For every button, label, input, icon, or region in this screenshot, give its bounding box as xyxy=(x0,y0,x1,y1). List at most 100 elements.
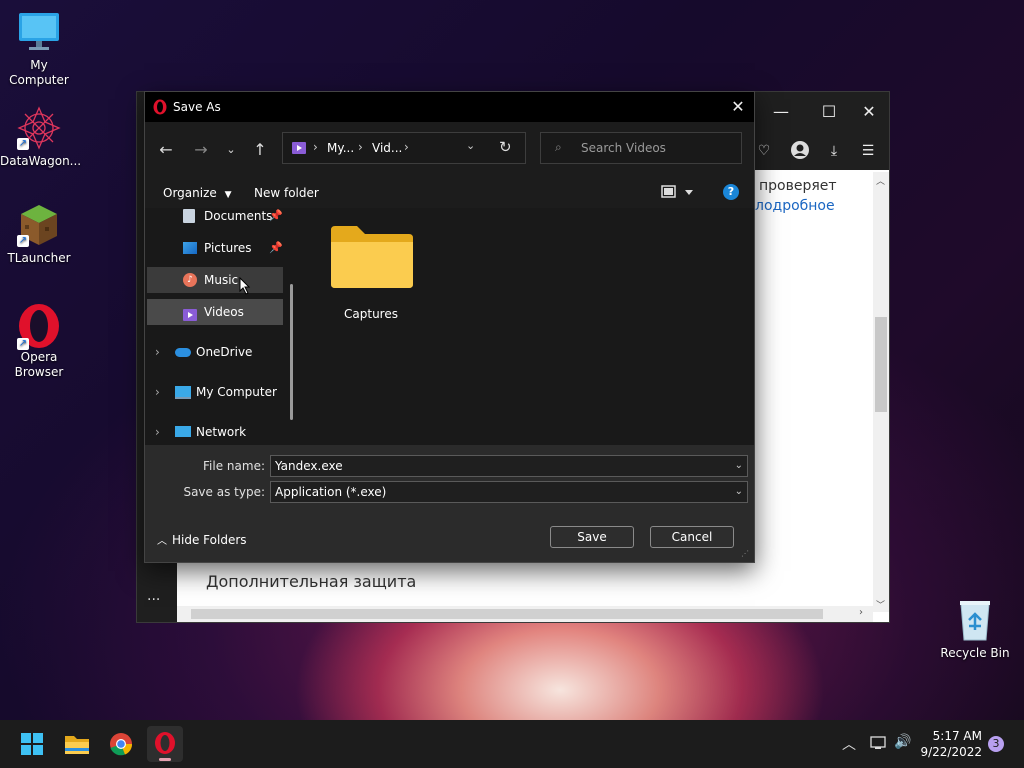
up-button[interactable]: ↑ xyxy=(248,138,272,162)
file-name-input[interactable]: Yandex.exe ⌄ xyxy=(270,455,748,477)
breadcrumb-item[interactable]: Vid... xyxy=(372,141,402,155)
desktop-icon-tlauncher[interactable]: ↗ TLauncher xyxy=(0,203,78,266)
opera-icon xyxy=(153,99,167,118)
nav-item-my-computer[interactable]: › My Computer xyxy=(147,379,283,405)
cancel-button[interactable]: Cancel xyxy=(650,526,734,548)
pin-icon[interactable]: 📌 xyxy=(269,208,283,229)
scrollbar-thumb[interactable] xyxy=(191,609,823,619)
help-icon[interactable]: ? xyxy=(723,184,739,200)
new-folder-button[interactable]: New folder xyxy=(254,186,319,200)
opera-icon xyxy=(155,732,175,761)
forward-button[interactable]: → xyxy=(189,138,213,162)
file-list: Captures xyxy=(303,208,754,445)
network-icon[interactable] xyxy=(870,735,886,754)
onedrive-icon xyxy=(175,348,191,357)
navpane-scrollbar[interactable] xyxy=(290,284,293,420)
save-type-label: Save as type: xyxy=(183,485,265,499)
scroll-down-icon[interactable]: ﹀ xyxy=(876,598,885,611)
chevron-down-icon[interactable]: ⌄ xyxy=(735,456,743,476)
dialog-title: Save As xyxy=(173,100,221,114)
refresh-icon[interactable]: ↻ xyxy=(499,138,512,156)
scroll-right-icon[interactable]: › xyxy=(859,607,863,618)
nav-item-music[interactable]: ♪ Music xyxy=(147,267,283,295)
file-explorer-icon[interactable] xyxy=(59,726,95,762)
folder-icon xyxy=(331,226,413,288)
chevron-down-icon[interactable]: ⌄ xyxy=(735,482,743,502)
recycle-bin-icon xyxy=(953,598,997,642)
chrome-icon[interactable] xyxy=(103,726,139,762)
save-as-dialog: Save As ✕ ← → ⌄ ↑ › My... › Vid... › ⌄ ↻… xyxy=(144,91,755,563)
scrollbar-thumb[interactable] xyxy=(875,317,887,412)
monitor-icon xyxy=(17,10,61,54)
save-button[interactable]: Save xyxy=(550,526,634,548)
expand-chevron-icon[interactable]: › xyxy=(155,419,160,445)
page-link[interactable]: лодробное xyxy=(755,198,835,214)
expand-chevron-icon[interactable]: › xyxy=(155,339,160,365)
maximize-button[interactable]: ☐ xyxy=(817,100,841,124)
address-bar[interactable]: › My... › Vid... › ⌄ ↻ xyxy=(282,132,526,164)
desktop-icon-my-computer[interactable]: My Computer xyxy=(0,10,78,88)
clock[interactable]: 5:17 AM 9/22/2022 xyxy=(918,728,982,760)
file-name-label: File name: xyxy=(203,459,265,473)
desktop-icon-datawagon[interactable]: ↗ DataWagon... xyxy=(0,106,81,169)
tlauncher-icon: ↗ xyxy=(17,203,61,247)
nav-item-label: Documents xyxy=(204,209,273,223)
nav-item-documents[interactable]: Documents 📌 xyxy=(147,208,283,229)
datawagon-icon: ↗ xyxy=(17,106,61,150)
music-icon: ♪ xyxy=(183,273,197,287)
windows-start-icon[interactable] xyxy=(14,726,50,762)
breadcrumb-separator: › xyxy=(358,140,363,154)
minimize-button[interactable]: — xyxy=(769,100,793,124)
close-button[interactable]: ✕ xyxy=(727,96,749,118)
nav-item-onedrive[interactable]: › OneDrive xyxy=(147,339,283,365)
breadcrumb-item[interactable]: My... xyxy=(327,141,354,155)
show-hidden-icons-button[interactable]: ︿ xyxy=(842,734,856,754)
settings-sliders-icon[interactable]: ☰ xyxy=(857,140,879,162)
opera-taskbar-button[interactable] xyxy=(147,726,183,762)
documents-icon xyxy=(183,209,195,223)
navigation-pane: Documents 📌 Pictures 📌 ♪ Music Videos › … xyxy=(145,208,303,445)
close-button[interactable]: ✕ xyxy=(857,100,881,124)
nav-item-network[interactable]: › Network xyxy=(147,419,283,445)
heart-icon[interactable]: ♡ xyxy=(753,140,775,162)
recent-locations-button[interactable]: ⌄ xyxy=(219,138,243,162)
chevron-down-icon[interactable]: ⌄ xyxy=(466,139,475,152)
organize-label: Organize xyxy=(163,186,217,200)
organize-button[interactable]: Organize ▼ xyxy=(163,186,232,200)
account-icon[interactable] xyxy=(789,140,811,162)
scroll-up-icon[interactable]: ︿ xyxy=(876,174,885,187)
more-icon[interactable]: ··· xyxy=(147,592,160,608)
breadcrumb-separator: › xyxy=(404,140,409,154)
shortcut-arrow-icon: ↗ xyxy=(17,338,29,350)
desktop-icon-label: TLauncher xyxy=(7,251,71,265)
save-type-select[interactable]: Application (*.exe) ⌄ xyxy=(270,481,748,503)
breadcrumb-separator: › xyxy=(313,140,318,154)
notification-badge[interactable]: 3 xyxy=(988,736,1004,752)
desktop-icon-opera[interactable]: ↗ Opera Browser xyxy=(0,302,78,380)
vertical-scrollbar[interactable]: ︿ ﹀ xyxy=(873,172,889,612)
videos-icon xyxy=(183,305,197,331)
nav-item-videos[interactable]: Videos xyxy=(147,299,283,325)
clock-date: 9/22/2022 xyxy=(920,745,982,759)
hide-folders-button[interactable]: ︿ Hide Folders xyxy=(157,532,247,547)
nav-item-label: My Computer xyxy=(196,385,277,399)
dialog-titlebar: Save As ✕ xyxy=(145,92,754,122)
page-text-line: проверяет xyxy=(759,178,837,194)
expand-chevron-icon[interactable]: › xyxy=(155,379,160,405)
horizontal-scrollbar[interactable]: › xyxy=(177,606,873,622)
resize-grip-icon[interactable]: ⋰ xyxy=(741,549,749,558)
desktop-icon-recycle-bin[interactable]: Recycle Bin xyxy=(936,598,1014,661)
navigation-bar: ← → ⌄ ↑ › My... › Vid... › ⌄ ↻ ⌕ Search … xyxy=(145,122,754,178)
file-name-value: Yandex.exe xyxy=(275,459,343,473)
view-options-icon[interactable] xyxy=(661,183,695,204)
pictures-icon xyxy=(183,242,197,254)
search-input[interactable]: ⌕ Search Videos xyxy=(540,132,742,164)
download-icon[interactable]: ⤓ xyxy=(823,140,845,162)
command-bar: Organize ▼ New folder ? xyxy=(145,178,754,208)
volume-icon[interactable]: 🔊 xyxy=(894,734,911,750)
pin-icon[interactable]: 📌 xyxy=(269,235,283,261)
nav-item-pictures[interactable]: Pictures 📌 xyxy=(147,235,283,261)
chevron-up-icon: ︿ xyxy=(157,536,167,547)
back-button[interactable]: ← xyxy=(154,138,178,162)
folder-item[interactable]: Captures xyxy=(323,222,419,321)
